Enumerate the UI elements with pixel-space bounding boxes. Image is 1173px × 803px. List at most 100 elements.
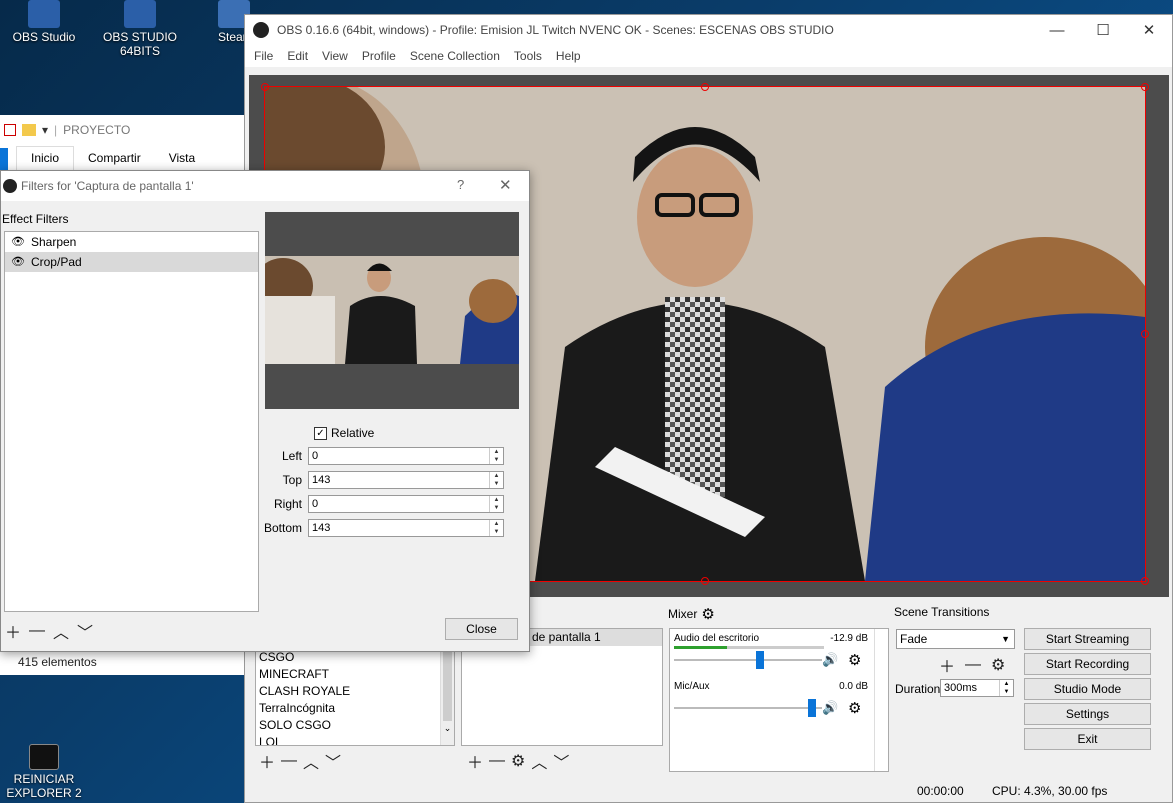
- move-up-icon[interactable]: ︿: [531, 749, 547, 773]
- volume-slider-track[interactable]: [674, 659, 822, 661]
- tab-vista[interactable]: Vista: [155, 147, 209, 170]
- resize-handle[interactable]: [1141, 83, 1149, 91]
- left-input[interactable]: 0 ▲ ▼: [308, 447, 504, 465]
- relative-checkbox[interactable]: ✓: [314, 426, 327, 440]
- list-item[interactable]: TerraIncógnita: [256, 700, 454, 717]
- exit-button[interactable]: Exit: [1024, 728, 1151, 750]
- dialog-title: Filters for 'Captura de pantalla 1': [21, 179, 194, 193]
- move-up-icon[interactable]: ︿: [303, 749, 319, 773]
- tab-compartir[interactable]: Compartir: [74, 147, 155, 170]
- remove-transition-icon[interactable]: —: [965, 656, 981, 674]
- channel-db: -12.9 dB: [830, 633, 868, 644]
- start-streaming-button[interactable]: Start Streaming: [1024, 628, 1151, 650]
- spin-arrows-icon[interactable]: ▲ ▼: [489, 448, 503, 464]
- close-icon[interactable]: ✕: [499, 176, 512, 194]
- add-source-icon[interactable]: ＋: [467, 749, 483, 773]
- studio-mode-button[interactable]: Studio Mode: [1024, 678, 1151, 700]
- gear-icon[interactable]: ⚙: [848, 699, 861, 717]
- close-icon[interactable]: ✕: [1126, 15, 1172, 45]
- add-transition-icon[interactable]: ＋: [939, 653, 955, 677]
- minimize-icon[interactable]: —: [1034, 15, 1080, 45]
- speaker-icon[interactable]: 🔊: [822, 652, 838, 668]
- list-item[interactable]: MINECRAFT: [256, 666, 454, 683]
- resize-handle[interactable]: [261, 83, 269, 91]
- filters-list[interactable]: 👁 Sharpen 👁 Crop/Pad: [4, 231, 259, 612]
- left-label: Left: [281, 449, 302, 463]
- relative-label: Relative: [331, 426, 375, 440]
- desktop-icon-reiniciar-explorer[interactable]: REINICIAR EXPLORER 2: [0, 744, 88, 800]
- obs-app-icon: [28, 0, 60, 28]
- add-filter-icon[interactable]: ＋: [5, 619, 21, 643]
- list-item[interactable]: 👁 Crop/Pad: [5, 252, 258, 272]
- menu-file[interactable]: File: [247, 49, 280, 63]
- right-label: Right: [273, 497, 302, 511]
- settings-button[interactable]: Settings: [1024, 703, 1151, 725]
- gear-icon[interactable]: ⚙: [701, 605, 714, 623]
- menu-edit[interactable]: Edit: [280, 49, 315, 63]
- spin-arrows-icon[interactable]: ▲ ▼: [999, 680, 1013, 696]
- spin-arrows-icon[interactable]: ▲ ▼: [489, 496, 503, 512]
- remove-scene-icon[interactable]: —: [281, 752, 297, 770]
- stream-time: 00:00:00: [917, 784, 964, 798]
- explorer-item-count: 415 elementos: [18, 655, 97, 669]
- menu-help[interactable]: Help: [549, 49, 588, 63]
- desktop-icon-obs-studio[interactable]: OBS Studio: [2, 0, 86, 44]
- volume-slider-track[interactable]: [674, 707, 822, 709]
- add-scene-icon[interactable]: ＋: [259, 749, 275, 773]
- maximize-icon[interactable]: ☐: [1080, 15, 1126, 45]
- resize-handle[interactable]: [1141, 577, 1149, 585]
- cpu-fps: CPU: 4.3%, 30.00 fps: [992, 784, 1108, 798]
- filters-dialog: Filters for 'Captura de pantalla 1' ? ✕ …: [0, 170, 530, 652]
- spin-arrows-icon[interactable]: ▲ ▼: [489, 472, 503, 488]
- gear-icon[interactable]: ⚙: [848, 651, 861, 669]
- transition-select[interactable]: Fade ▼: [896, 629, 1015, 649]
- move-up-icon[interactable]: ︿: [53, 619, 69, 643]
- bottom-input[interactable]: 143 ▲ ▼: [308, 519, 504, 537]
- speaker-icon[interactable]: 🔊: [822, 700, 838, 716]
- bottom-value: 143: [312, 522, 331, 534]
- spin-arrows-icon[interactable]: ▲ ▼: [489, 520, 503, 536]
- scrollbar[interactable]: ⌄: [440, 649, 454, 745]
- bottom-label: Bottom: [264, 521, 303, 535]
- list-item[interactable]: CLASH ROYALE: [256, 683, 454, 700]
- gear-icon[interactable]: ⚙: [511, 751, 525, 771]
- close-button[interactable]: Close: [445, 618, 518, 640]
- resize-handle[interactable]: [701, 83, 709, 91]
- volume-slider-handle[interactable]: [756, 651, 764, 669]
- list-item[interactable]: SOLO CSGO: [256, 717, 454, 734]
- start-recording-button[interactable]: Start Recording: [1024, 653, 1151, 675]
- volume-slider-handle[interactable]: [808, 699, 816, 717]
- resize-handle[interactable]: [701, 577, 709, 585]
- desktop-icon-label: REINICIAR EXPLORER 2: [6, 772, 82, 800]
- resize-handle[interactable]: [1141, 330, 1149, 338]
- list-item[interactable]: LOL: [256, 734, 454, 745]
- right-input[interactable]: 0 ▲ ▼: [308, 495, 504, 513]
- dropdown-arrow-icon[interactable]: ▾: [42, 123, 48, 137]
- eye-icon[interactable]: 👁: [11, 252, 25, 272]
- list-item[interactable]: 👁 Sharpen: [5, 232, 258, 252]
- menu-view[interactable]: View: [315, 49, 355, 63]
- transition-select-value: Fade: [900, 632, 928, 646]
- file-tab-accent[interactable]: [0, 148, 8, 170]
- duration-input[interactable]: 300ms ▲ ▼: [940, 679, 1014, 697]
- desktop-icon-steam[interactable]: Stear: [190, 0, 250, 44]
- menu-profile[interactable]: Profile: [355, 49, 403, 63]
- help-icon[interactable]: ?: [457, 177, 464, 192]
- remove-filter-icon[interactable]: —: [29, 622, 45, 640]
- gear-icon[interactable]: ⚙: [991, 655, 1005, 675]
- move-down-icon[interactable]: ﹀: [553, 749, 569, 773]
- tab-inicio[interactable]: Inicio: [16, 146, 75, 170]
- scrollbar[interactable]: [874, 629, 888, 771]
- move-down-icon[interactable]: ﹀: [325, 749, 341, 773]
- move-down-icon[interactable]: ﹀: [77, 619, 93, 643]
- top-input[interactable]: 143 ▲ ▼: [308, 471, 504, 489]
- duration-value: 300ms: [944, 682, 978, 694]
- scroll-down-icon[interactable]: ⌄: [441, 723, 454, 734]
- relative-checkbox-row[interactable]: ✓ Relative: [314, 426, 374, 440]
- scenes-list[interactable]: CSGO MINECRAFT CLASH ROYALE TerraIncógni…: [255, 648, 455, 746]
- menu-scene-collection[interactable]: Scene Collection: [403, 49, 507, 63]
- eye-icon[interactable]: 👁: [11, 232, 25, 252]
- remove-source-icon[interactable]: —: [489, 752, 505, 770]
- desktop-icon-obs-studio-64bits[interactable]: OBS STUDIO 64BITS: [98, 0, 182, 58]
- menu-tools[interactable]: Tools: [507, 49, 549, 63]
